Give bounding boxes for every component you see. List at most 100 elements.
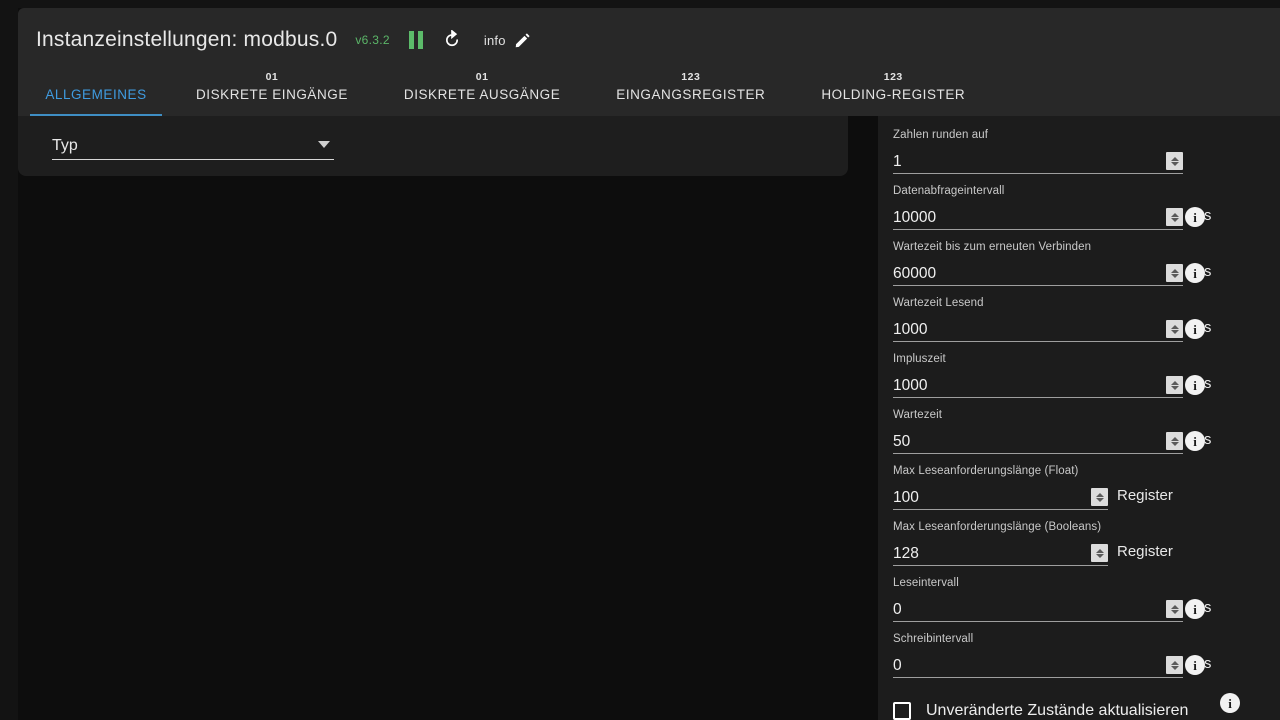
typ-select[interactable]: Typ — [52, 126, 334, 160]
number-stepper[interactable] — [1166, 264, 1183, 282]
stepper-up-icon[interactable] — [1170, 156, 1179, 161]
binary-01-icon: 01 — [475, 71, 489, 83]
info-icon[interactable]: i — [1185, 375, 1205, 395]
stepper-up-icon[interactable] — [1095, 492, 1104, 497]
number-stepper[interactable] — [1166, 432, 1183, 450]
stepper-down-icon[interactable] — [1170, 161, 1179, 166]
info-icon[interactable]: i — [1185, 319, 1205, 339]
number-input[interactable]: 10000 — [893, 208, 1166, 227]
stepper-up-icon[interactable] — [1170, 604, 1179, 609]
stepper-down-icon[interactable] — [1170, 329, 1179, 334]
tab-diskrete-eingaenge-label: DISKRETE EINGÄNGE — [196, 87, 348, 102]
title-row: Instanzeinstellungen: modbus.0 v6.3.2 in… — [36, 20, 531, 60]
stepper-down-icon[interactable] — [1095, 497, 1104, 502]
tab-allgemeines-label: ALLGEMEINES — [45, 87, 147, 102]
general-settings-card: Typ — [18, 116, 848, 176]
window-top-strip — [0, 0, 1280, 8]
header-bar: Instanzeinstellungen: modbus.0 v6.3.2 in… — [18, 8, 1280, 116]
number-input[interactable]: 1000 — [893, 376, 1166, 395]
number-stepper[interactable] — [1166, 208, 1183, 226]
tab-eingangsregister[interactable]: 123 EINGANGSREGISTER — [604, 66, 777, 116]
advanced-settings-panel: Zahlen runden auf 1 Datenabfrageintervall 1… — [878, 116, 1280, 720]
field-unit: Register — [1117, 543, 1173, 560]
number-stepper[interactable] — [1091, 544, 1108, 562]
tab-diskrete-eingaenge[interactable]: 01 DISKRETE EINGÄNGE — [184, 66, 360, 116]
field-label: Wartezeit — [893, 409, 943, 421]
field-label: Max Leseanforderungslänge (Float) — [893, 465, 1079, 477]
field-label: Impluszeit — [893, 353, 946, 365]
field-row: 128 — [893, 539, 1108, 566]
field-row: 0 — [893, 651, 1183, 678]
field-7: Max Leseanforderungslänge (Booleans) 128 R… — [893, 520, 1173, 566]
field-2: Wartezeit bis zum erneuten Verbinden 6000… — [893, 240, 1211, 286]
refresh-icon[interactable] — [442, 30, 462, 50]
field-row: 10000 — [893, 203, 1183, 230]
checkbox-unchanged-states[interactable] — [893, 702, 911, 720]
number-stepper[interactable] — [1166, 320, 1183, 338]
info-icon[interactable]: i — [1185, 431, 1205, 451]
checkbox-label: Unveränderte Zustände aktualisieren — [926, 702, 1189, 719]
numeric-123-icon: 123 — [681, 71, 701, 83]
number-input[interactable]: 50 — [893, 432, 1166, 451]
tab-holding-register[interactable]: 123 HOLDING-REGISTER — [809, 66, 977, 116]
tab-bar: ALLGEMEINES 01 DISKRETE EINGÄNGE 01 DISK… — [18, 66, 1280, 116]
info-icon[interactable]: i — [1185, 263, 1205, 283]
stepper-down-icon[interactable] — [1170, 609, 1179, 614]
stepper-down-icon[interactable] — [1170, 217, 1179, 222]
field-label: Wartezeit bis zum erneuten Verbinden — [893, 241, 1092, 253]
field-row: 0 — [893, 595, 1183, 622]
info-icon[interactable]: i — [1185, 599, 1205, 619]
tab-eingangsregister-label: EINGANGSREGISTER — [616, 87, 766, 102]
number-input[interactable]: 60000 — [893, 264, 1166, 283]
number-stepper[interactable] — [1166, 152, 1183, 170]
info-icon[interactable]: i — [1220, 693, 1240, 713]
number-input[interactable]: 0 — [893, 600, 1166, 619]
field-4: Impluszeit1000ms — [893, 352, 1211, 398]
tab-allgemeines[interactable]: ALLGEMEINES — [30, 66, 162, 116]
pencil-icon[interactable] — [514, 32, 531, 49]
number-input[interactable]: 1 — [893, 152, 1166, 171]
field-label: Zahlen runden auf — [893, 129, 989, 141]
field-row: 100 — [893, 483, 1108, 510]
number-input[interactable]: 1000 — [893, 320, 1166, 339]
stepper-up-icon[interactable] — [1170, 212, 1179, 217]
field-row: 1 — [893, 147, 1183, 174]
stepper-up-icon[interactable] — [1170, 436, 1179, 441]
page-title: Instanzeinstellungen: modbus.0 — [36, 28, 338, 51]
number-stepper[interactable] — [1166, 376, 1183, 394]
stepper-down-icon[interactable] — [1095, 553, 1104, 558]
field-row: 60000 — [893, 259, 1183, 286]
tab-holding-register-label: HOLDING-REGISTER — [821, 87, 966, 102]
tab-diskrete-ausgaenge[interactable]: 01 DISKRETE AUSGÄNGE — [392, 66, 572, 116]
stepper-up-icon[interactable] — [1170, 268, 1179, 273]
chevron-down-icon[interactable] — [318, 141, 330, 148]
field-label: Leseintervall — [893, 577, 959, 589]
field-1: Datenabfrageintervall10000ms — [893, 184, 1211, 230]
typ-select-label: Typ — [52, 137, 78, 154]
stepper-down-icon[interactable] — [1170, 385, 1179, 390]
field-unit: Register — [1117, 487, 1173, 504]
field-label: Wartezeit Lesend — [893, 297, 984, 309]
number-input[interactable]: 128 — [893, 544, 1091, 563]
window-left-strip — [0, 8, 18, 720]
info-icon[interactable]: i — [1185, 655, 1205, 675]
stepper-up-icon[interactable] — [1095, 548, 1104, 553]
stepper-up-icon[interactable] — [1170, 660, 1179, 665]
info-link[interactable]: info — [484, 33, 506, 48]
info-icon[interactable]: i — [1185, 207, 1205, 227]
number-input[interactable]: 0 — [893, 656, 1166, 675]
binary-01-icon: 01 — [265, 71, 279, 83]
stepper-up-icon[interactable] — [1170, 324, 1179, 329]
number-input[interactable]: 100 — [893, 488, 1091, 507]
number-stepper[interactable] — [1091, 488, 1108, 506]
stepper-up-icon[interactable] — [1170, 380, 1179, 385]
stepper-down-icon[interactable] — [1170, 273, 1179, 278]
app-root: Instanzeinstellungen: modbus.0 v6.3.2 in… — [0, 0, 1280, 720]
stepper-down-icon[interactable] — [1170, 441, 1179, 446]
number-stepper[interactable] — [1166, 656, 1183, 674]
update-unchanged-states-row[interactable]: Unveränderte Zustände aktualisieren — [893, 702, 1188, 720]
pause-icon[interactable] — [408, 31, 424, 49]
field-9: Schreibintervall0ms — [893, 632, 1211, 678]
stepper-down-icon[interactable] — [1170, 665, 1179, 670]
number-stepper[interactable] — [1166, 600, 1183, 618]
